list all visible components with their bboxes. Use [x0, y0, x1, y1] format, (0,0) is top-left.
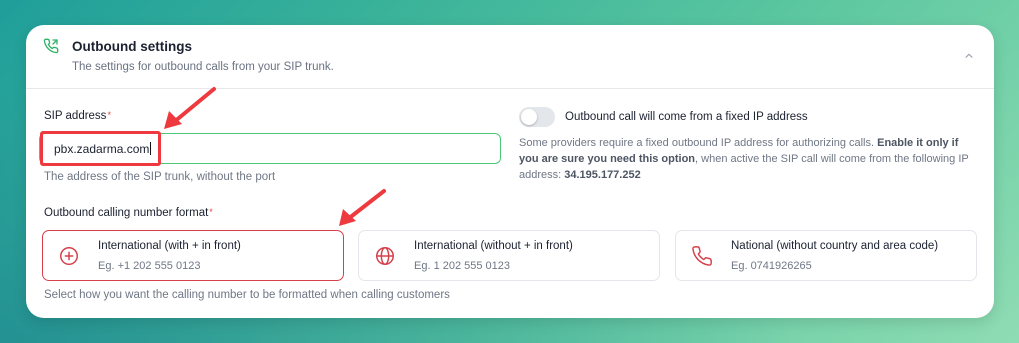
required-mark: *	[209, 207, 213, 217]
option-title: International (with + in front)	[98, 240, 241, 252]
fixed-ip-desc-text: Some providers require a fixed outbound …	[519, 137, 878, 149]
number-format-hint: Select how you want the calling number t…	[44, 289, 450, 301]
option-title: National (without country and area code)	[731, 240, 939, 252]
card-header[interactable]: Outbound settings The settings for outbo…	[26, 25, 994, 89]
sip-address-label-text: SIP address	[44, 110, 107, 122]
card-title: Outbound settings	[72, 39, 192, 54]
required-mark: *	[107, 110, 111, 120]
annotation-arrowhead-sip	[164, 111, 182, 129]
fixed-ip-toggle-label: Outbound call will come from a fixed IP …	[565, 111, 808, 123]
annotation-arrowhead-format	[339, 209, 356, 226]
format-option-national[interactable]: National (without country and area code)…	[675, 230, 977, 281]
format-option-international-plus[interactable]: International (with + in front) Eg. +1 2…	[42, 230, 344, 281]
card-subtitle: The settings for outbound calls from you…	[72, 61, 334, 73]
fixed-ip-address: 34.195.177.252	[564, 169, 641, 181]
plus-circle-icon	[60, 247, 78, 265]
annotation-arrow-sip	[172, 87, 216, 124]
phone-icon	[692, 246, 712, 266]
fixed-ip-toggle[interactable]	[519, 107, 555, 127]
option-example: Eg. 1 202 555 0123	[414, 260, 511, 272]
phone-outgoing-icon	[43, 38, 59, 54]
toggle-knob	[521, 109, 537, 125]
sip-address-hint: The address of the SIP trunk, without th…	[44, 171, 276, 183]
number-format-label-text: Outbound calling number format	[44, 207, 209, 219]
number-format-label: Outbound calling number format*	[44, 207, 213, 219]
option-example: Eg. +1 202 555 0123	[98, 260, 201, 272]
annotation-highlight-box	[40, 131, 161, 166]
sip-address-label: SIP address*	[44, 110, 111, 122]
option-example: Eg. 0741926265	[731, 260, 812, 272]
fixed-ip-description: Some providers require a fixed outbound …	[519, 135, 979, 183]
format-option-international-no-plus[interactable]: International (without + in front) Eg. 1…	[358, 230, 660, 281]
chevron-up-icon[interactable]	[962, 49, 976, 63]
option-title: International (without + in front)	[414, 240, 573, 252]
globe-icon	[376, 247, 394, 265]
annotation-arrow-format	[346, 189, 386, 221]
outbound-settings-card: Outbound settings The settings for outbo…	[26, 25, 994, 318]
